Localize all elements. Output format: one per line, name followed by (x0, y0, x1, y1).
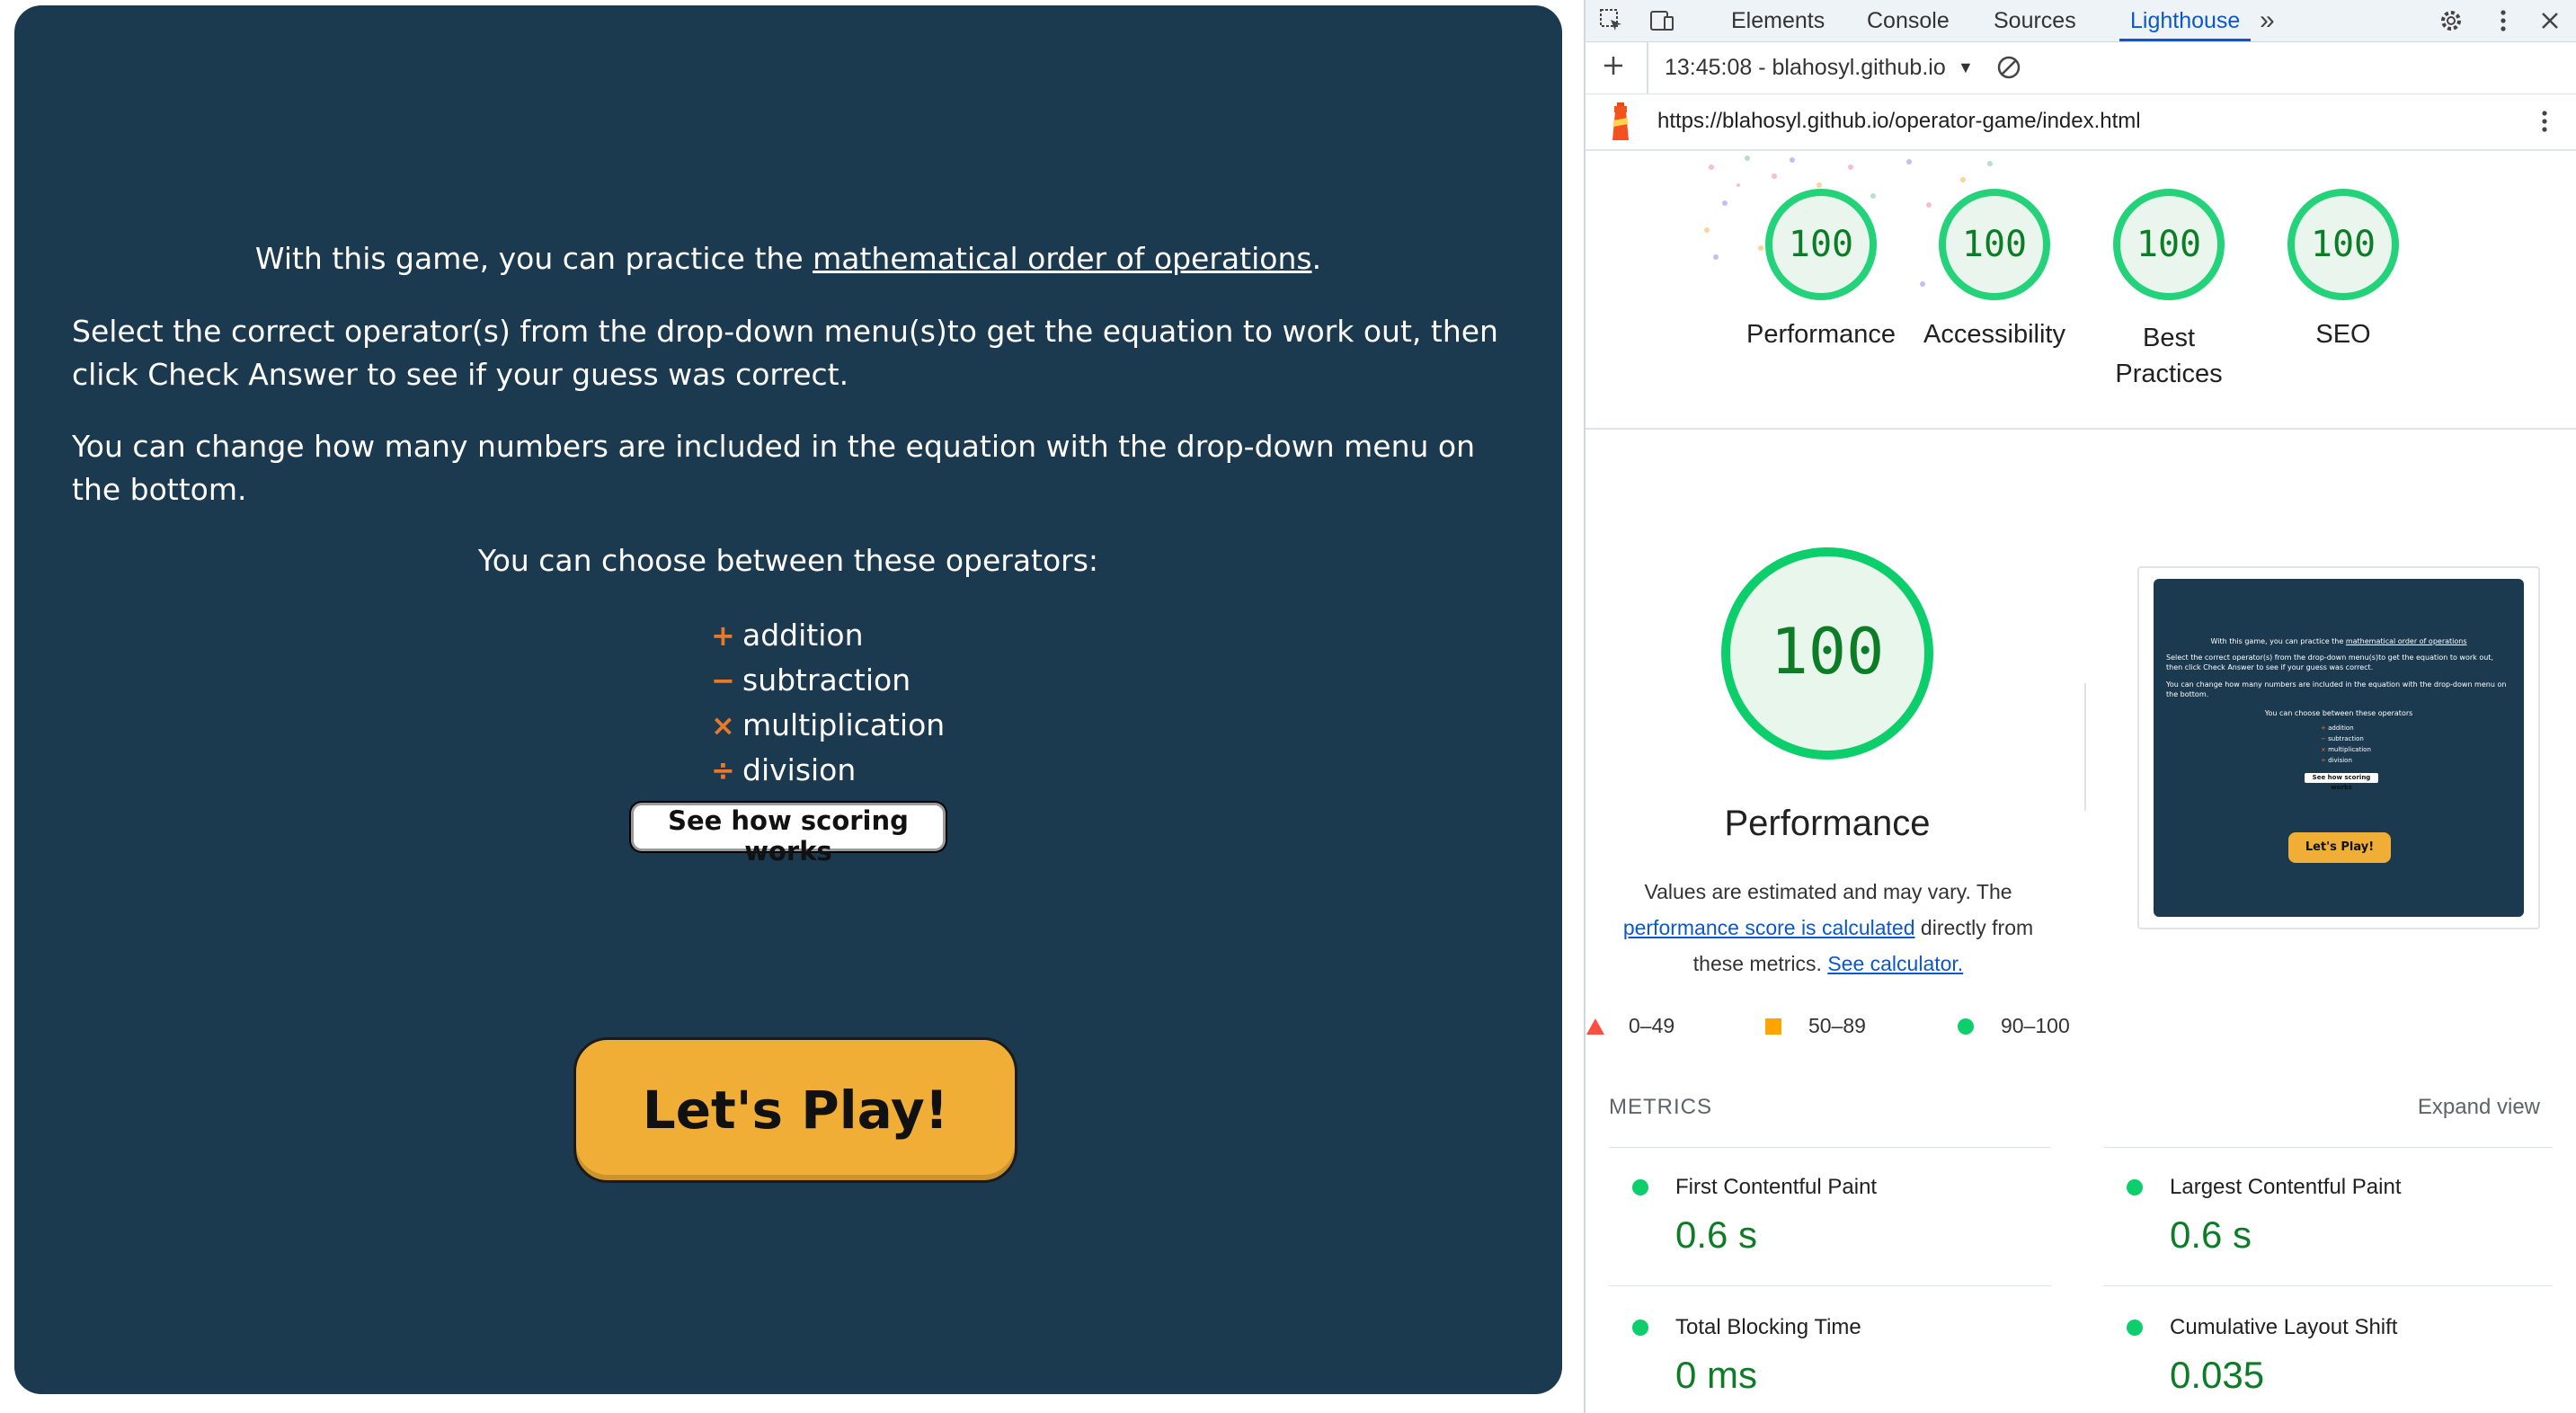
plus-icon[interactable] (1600, 52, 1627, 79)
tab-elements[interactable]: Elements (1731, 0, 1825, 41)
times-icon: × (711, 708, 735, 742)
operator-label: multiplication (742, 707, 946, 742)
metric-tbt-name: Total Blocking Time (1675, 1315, 1861, 1339)
legend-pass: 90–100 (2001, 1014, 2070, 1037)
gauge-label-performance[interactable]: Performance (1722, 320, 1920, 350)
desc-text: Values are estimated and may vary. The (1644, 880, 2012, 903)
close-icon[interactable] (2536, 7, 2563, 34)
intro-text: With this game, you can practice the mat… (14, 237, 1562, 280)
kebab-menu-icon[interactable] (2490, 7, 2517, 34)
metric-fcp-value: 0.6 s (1675, 1213, 1758, 1256)
main-score-text: 100 (1771, 615, 1884, 689)
see-scoring-button[interactable]: See how scoring works (631, 803, 946, 866)
pass-dot-icon (2127, 1320, 2143, 1336)
fail-triangle-icon (1586, 1018, 1604, 1035)
inspect-element-icon[interactable] (1598, 7, 1625, 34)
page-screenshot-thumbnail[interactable]: With this game, you can practice the mat… (2137, 566, 2540, 929)
divider (2103, 1147, 2553, 1148)
divider (2103, 1285, 2553, 1286)
average-square-icon (1765, 1018, 1781, 1035)
intro-suffix: . (1311, 241, 1322, 276)
metric-lcp-name: Largest Contentful Paint (2170, 1175, 2402, 1199)
thumbnail-page: With this game, you can practice the mat… (2154, 579, 2524, 917)
thumb-para2: You can change how many numbers are incl… (2166, 680, 2507, 698)
report-menu-icon[interactable] (2531, 108, 2558, 135)
devtools-panel: Elements Console Sources Lighthouse » 13… (1584, 0, 2576, 1413)
divider (1647, 41, 1648, 93)
section-divider (1586, 428, 2576, 430)
operator-label: division (742, 752, 857, 787)
lets-play-button[interactable]: Let's Play! (573, 1037, 1017, 1183)
operator-list: + addition − subtraction × multiplicatio… (711, 613, 945, 793)
report-select[interactable]: 13:45:08 - blahosyl.github.io (1665, 41, 1954, 93)
report-bar: 13:45:08 - blahosyl.github.io ▼ (1586, 41, 2576, 94)
instructions-text: Select the correct operator(s) from the … (72, 314, 1498, 392)
gauge-seo[interactable]: 100 (2286, 187, 2401, 302)
performance-main-gauge: 100 (1719, 545, 1936, 762)
tab-console[interactable]: Console (1867, 0, 1950, 41)
gauge-score-text: 100 (2136, 224, 2201, 265)
operator-label: addition (742, 618, 864, 653)
gear-icon[interactable] (2438, 7, 2465, 34)
lighthouse-logo-icon (1605, 102, 1636, 142)
pass-dot-icon (1632, 1320, 1648, 1336)
minus-icon: − (711, 663, 735, 698)
game-page: With this game, you can practice the mat… (14, 5, 1562, 1394)
pass-dot-icon (2127, 1179, 2143, 1195)
operators-intro-text: You can choose between these operators: (477, 543, 1099, 578)
more-tabs-icon[interactable]: » (2260, 0, 2275, 41)
divider (1609, 1285, 2051, 1286)
legend-average: 50–89 (1808, 1014, 1866, 1037)
numbers-info-text: You can change how many numbers are incl… (72, 429, 1475, 507)
operator-item-subtraction: − subtraction (711, 658, 945, 703)
plus-icon: + (711, 618, 735, 653)
dropdown-arrow-icon[interactable]: ▼ (1958, 41, 1974, 93)
gauge-score-text: 100 (1789, 224, 1853, 265)
thumb-play-button: Let's Play! (2288, 832, 2391, 863)
gauge-score-text: 100 (1962, 224, 2027, 265)
pass-dot-icon (1632, 1179, 1648, 1195)
gauge-label-accessibility[interactable]: Accessibility (1896, 320, 2093, 350)
metric-tbt-value: 0 ms (1675, 1354, 1758, 1396)
device-toolbar-icon[interactable] (1648, 7, 1675, 34)
divider (1609, 1147, 2051, 1148)
operator-label: subtraction (742, 662, 911, 698)
expand-view-button[interactable]: Expand view (2418, 1095, 2540, 1120)
operator-item-multiplication: × multiplication (711, 703, 945, 748)
intro-prefix: With this game, you can practice the (254, 241, 813, 276)
devtools-tabbar: Elements Console Sources Lighthouse » (1586, 0, 2576, 42)
tab-lighthouse[interactable]: Lighthouse (2119, 0, 2252, 41)
url-bar: https://blahosyl.github.io/operator-game… (1586, 93, 2576, 151)
see-calculator-link[interactable]: See calculator. (1827, 952, 1963, 975)
divider (2084, 683, 2086, 811)
divide-icon: ÷ (711, 753, 735, 787)
gauge-performance[interactable]: 100 (1763, 187, 1879, 302)
performance-description: Values are estimated and may vary. The p… (1603, 874, 2053, 982)
thumb-intro: With this game, you can practice the mat… (2210, 637, 2467, 645)
pass-circle-icon (1958, 1018, 1974, 1035)
operator-item-division: ÷ division (711, 748, 945, 793)
gauge-label-best-practices[interactable]: Best Practices (2110, 320, 2227, 392)
operator-item-addition: + addition (711, 613, 945, 658)
gauge-score-text: 100 (2311, 224, 2376, 265)
legend-fail: 0–49 (1629, 1014, 1675, 1037)
metrics-heading: METRICS (1609, 1095, 1712, 1119)
clear-block-icon[interactable] (1995, 54, 2022, 81)
tab-sources[interactable]: Sources (1994, 0, 2076, 41)
gauge-accessibility[interactable]: 100 (1937, 187, 2052, 302)
score-calculated-link[interactable]: performance score is calculated (1623, 916, 1915, 939)
performance-heading: Performance (1724, 804, 1931, 843)
order-of-operations-link[interactable]: mathematical order of operations (813, 241, 1311, 276)
metric-cls-name: Cumulative Layout Shift (2170, 1315, 2398, 1339)
metric-cls-value: 0.035 (2170, 1354, 2265, 1396)
gauge-label-seo[interactable]: SEO (2244, 320, 2442, 350)
metric-fcp-name: First Contentful Paint (1675, 1175, 1878, 1199)
audited-url: https://blahosyl.github.io/operator-game… (1657, 109, 2141, 133)
thumb-choose: You can choose between these operators (2264, 709, 2413, 717)
gauge-best-practices[interactable]: 100 (2111, 187, 2226, 302)
thumb-para1: Select the correct operator(s) from the … (2166, 653, 2493, 671)
thumb-ops: + addition − subtraction × multiplicatio… (2321, 724, 2371, 764)
metric-lcp-value: 0.6 s (2170, 1213, 2252, 1256)
thumb-scoring-button: See how scoring works (2305, 773, 2378, 791)
